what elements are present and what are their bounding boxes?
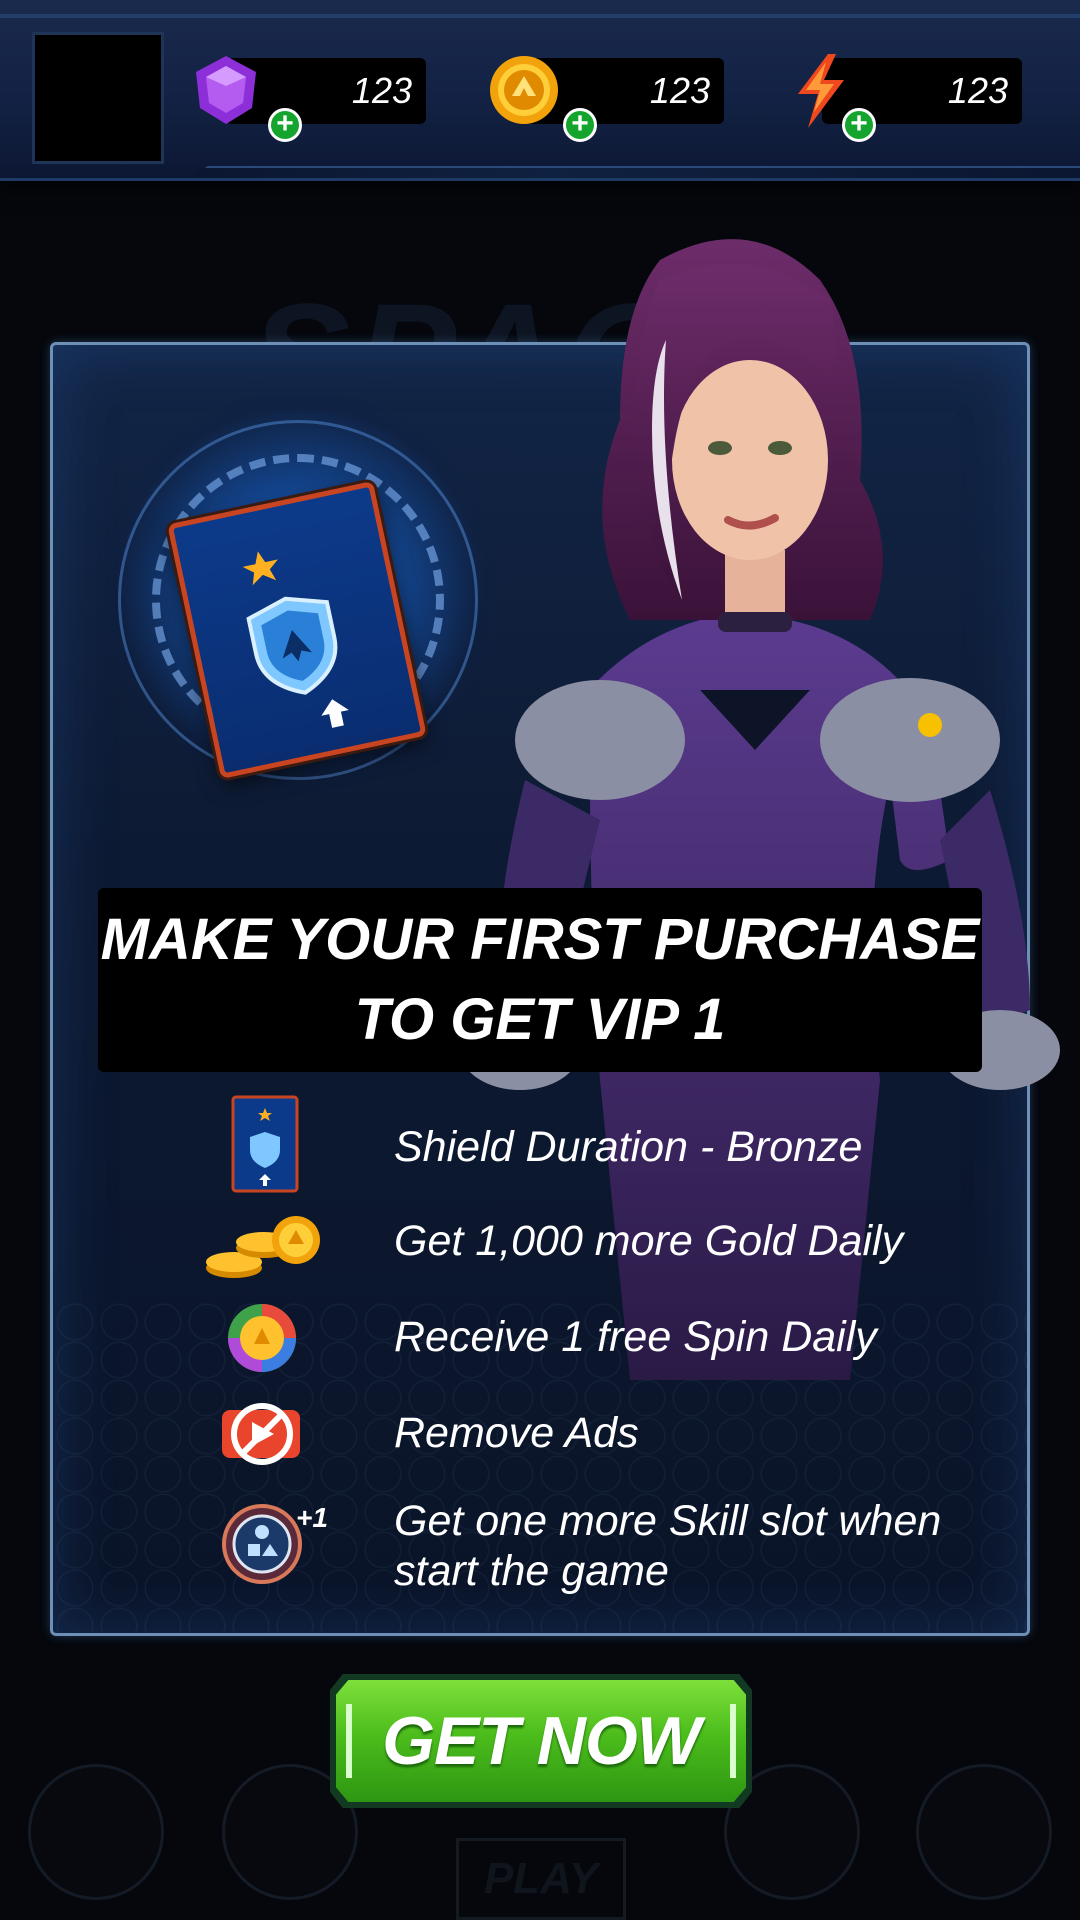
gold-value: 123 <box>649 70 710 111</box>
add-gold-button[interactable]: + <box>563 108 597 142</box>
nav-play-label: PLAY <box>456 1838 626 1920</box>
add-gems-button[interactable]: + <box>268 108 302 142</box>
spin-wheel-icon <box>228 1304 296 1372</box>
benefit-free-spin: Receive 1 free Spin Daily <box>394 1313 877 1361</box>
gold-coins-stack-icon <box>206 1216 320 1278</box>
gem-icon <box>196 56 256 124</box>
headline-line-1: MAKE YOUR FIRST PURCHASE <box>100 907 980 972</box>
gold-counter: 123 <box>490 56 724 124</box>
hero-character-image <box>460 239 1060 1380</box>
benefit-skill-slot-line-1: Get one more Skill slot when <box>394 1497 942 1545</box>
no-ads-icon <box>222 1403 300 1465</box>
benefit-shield-duration: Shield Duration - Bronze <box>394 1123 863 1171</box>
skill-slot-badge: +1 <box>296 1502 328 1533</box>
energy-value: 123 <box>947 70 1008 111</box>
gems-value: 123 <box>351 70 412 111</box>
benefit-remove-ads: Remove Ads <box>394 1409 639 1457</box>
benefit-skill-slot: Get one more Skill slot when start the g… <box>394 1496 941 1596</box>
button-edge-right <box>730 1704 736 1778</box>
add-energy-button[interactable]: + <box>842 108 876 142</box>
player-avatar[interactable] <box>32 32 164 164</box>
benefit-gold-daily: Get 1,000 more Gold Daily <box>394 1217 904 1265</box>
nav-upgrade-icon <box>916 1764 1052 1900</box>
top-resource-bar: 123 + 123 + 123 + <box>0 0 1080 181</box>
shield-card-icon <box>231 1095 299 1193</box>
get-now-button[interactable]: GET NOW <box>336 1680 746 1802</box>
offer-headline: MAKE YOUR FIRST PURCHASE TO GET VIP 1 <box>98 888 982 1072</box>
headline-line-2: TO GET VIP 1 <box>354 987 726 1052</box>
gold-coin-icon <box>490 56 558 124</box>
gems-counter: 123 <box>196 56 426 124</box>
button-edge-left <box>346 1704 352 1778</box>
benefit-skill-slot-line-2: start the game <box>394 1547 669 1595</box>
skill-slot-icon <box>222 1504 302 1584</box>
nav-shop-icon <box>28 1764 164 1900</box>
